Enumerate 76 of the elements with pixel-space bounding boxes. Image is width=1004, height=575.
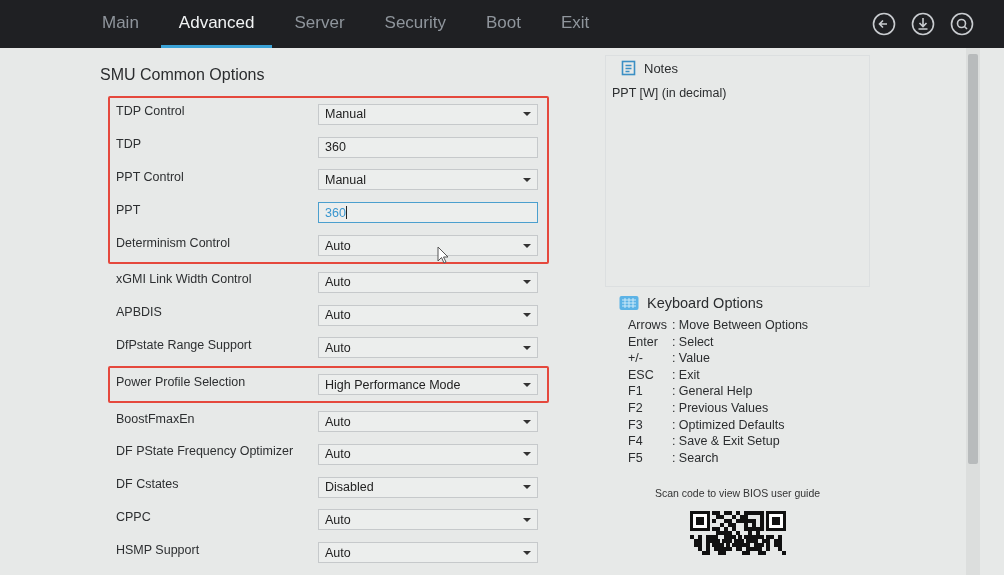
setting-label: Power Profile Selection xyxy=(116,374,247,389)
menu-tab[interactable]: Main xyxy=(84,0,157,48)
key-name: F3 xyxy=(628,416,644,434)
setting-label: TDP Control xyxy=(116,104,186,119)
setting-label: PPT xyxy=(116,202,142,217)
keyboard-icon xyxy=(619,294,639,312)
dropdown[interactable]: Auto xyxy=(318,411,538,433)
setting-label: xGMI Link Width Control xyxy=(116,272,253,287)
key-action: : Search xyxy=(671,449,720,467)
key-action: : Optimized Defaults xyxy=(671,416,786,434)
caret-icon xyxy=(523,485,531,490)
dropdown[interactable]: Auto xyxy=(318,542,538,564)
back-icon[interactable] xyxy=(872,12,896,36)
key-action: : Value xyxy=(671,350,711,367)
search-icon[interactable] xyxy=(950,12,974,36)
setting-label: DF PState Frequency Optimizer xyxy=(116,444,295,459)
key-action: : Previous Values xyxy=(671,399,770,417)
key-name: F1 xyxy=(628,383,644,400)
notes-icon xyxy=(621,60,636,76)
caret-icon xyxy=(523,280,531,285)
key-name: F5 xyxy=(628,449,644,467)
dropdown[interactable]: High Performance Mode xyxy=(318,374,538,396)
setting-label: BoostFmaxEn xyxy=(116,411,196,426)
key-name: Enter xyxy=(628,333,659,351)
dropdown[interactable]: Auto xyxy=(318,509,538,531)
mouse-pointer-icon xyxy=(437,246,449,264)
dropdown[interactable]: Auto xyxy=(318,271,538,293)
caret-icon xyxy=(523,243,531,248)
key-name: Arrows xyxy=(628,317,667,334)
menu-tab[interactable]: Advanced xyxy=(160,0,273,48)
key-name: F2 xyxy=(628,399,644,417)
menu-tab[interactable]: Boot xyxy=(468,0,539,48)
help-text: PPT [W] (in decimal) xyxy=(612,86,728,100)
key-name: ESC xyxy=(628,366,655,384)
dropdown[interactable]: Manual xyxy=(318,169,538,191)
caret-icon xyxy=(523,178,531,182)
dropdown[interactable]: Auto xyxy=(318,235,538,257)
key-name: F4 xyxy=(628,433,644,450)
menu-tab[interactable]: Exit xyxy=(542,0,608,48)
setting-label: DF Cstates xyxy=(116,477,180,492)
caret-icon xyxy=(523,517,531,522)
scrollbar[interactable] xyxy=(966,48,980,575)
setting-label: CPPC xyxy=(116,509,152,524)
caret-icon xyxy=(523,345,531,350)
setting-label: APBDIS xyxy=(116,305,163,320)
caret-icon xyxy=(523,550,531,555)
setting-label: HSMP Support xyxy=(116,542,201,557)
setting-label: Determinism Control xyxy=(116,235,231,250)
key-action: : Move Between Options xyxy=(671,317,809,334)
dropdown[interactable]: Manual xyxy=(318,103,538,125)
menu-tab[interactable]: Security xyxy=(366,0,464,48)
key-action: : Save & Exit Setup xyxy=(671,433,781,450)
key-action: : Exit xyxy=(671,366,701,384)
setting-label: PPT Control xyxy=(116,170,185,184)
caret-icon xyxy=(523,419,531,424)
guide-text: Scan code to view BIOS user guide xyxy=(653,487,822,500)
caret-icon xyxy=(523,382,531,387)
caret-icon xyxy=(523,452,531,457)
dropdown[interactable]: Auto xyxy=(318,337,538,359)
setting-label: TDP xyxy=(116,137,142,152)
dropdown[interactable]: Auto xyxy=(318,304,538,326)
download-icon[interactable] xyxy=(911,12,935,36)
key-name: +/- xyxy=(628,350,644,367)
scrollbar-thumb[interactable] xyxy=(968,54,978,464)
menu-tab[interactable]: Server xyxy=(276,0,363,48)
key-action: : General Help xyxy=(671,383,754,400)
page-title: SMU Common Options xyxy=(100,66,266,84)
caret-icon xyxy=(523,313,531,318)
dropdown[interactable]: Auto xyxy=(318,443,538,465)
key-action: : Select xyxy=(671,333,715,351)
keyboard-title: Keyboard Options xyxy=(647,295,764,311)
notes-title: Notes xyxy=(644,60,678,76)
number-field[interactable]: 360 xyxy=(318,136,538,158)
dropdown[interactable]: Disabled xyxy=(318,476,538,498)
caret-icon xyxy=(523,112,531,117)
setting-label: DfPstate Range Support xyxy=(116,337,253,352)
